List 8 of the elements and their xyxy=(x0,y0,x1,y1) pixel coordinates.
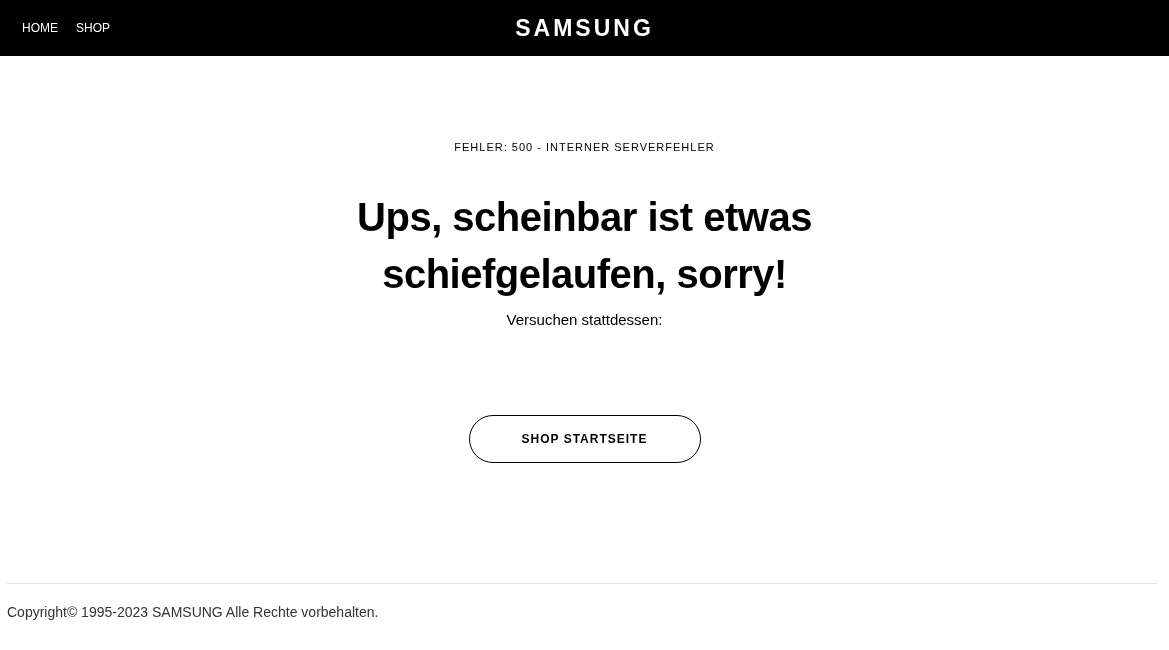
shop-home-button[interactable]: SHOP STARTSEITE xyxy=(468,415,701,463)
nav-link[interactable]: HOME xyxy=(22,21,58,35)
error-heading: Ups, scheinbar ist etwas schiefgelaufen, sorry! xyxy=(357,194,812,298)
error-code: FEHLER: 500 - INTERNER SERVERFEHLER xyxy=(454,141,715,153)
hint-text: Versuchen stattdessen: xyxy=(506,311,663,328)
nav-link[interactable]: SHOP xyxy=(76,21,110,35)
copyright-text: Copyright© 1995-2023 SAMSUNG Alle Rechte vorbehalten. xyxy=(7,604,379,620)
logo[interactable]: SAMSUNG xyxy=(515,14,654,42)
